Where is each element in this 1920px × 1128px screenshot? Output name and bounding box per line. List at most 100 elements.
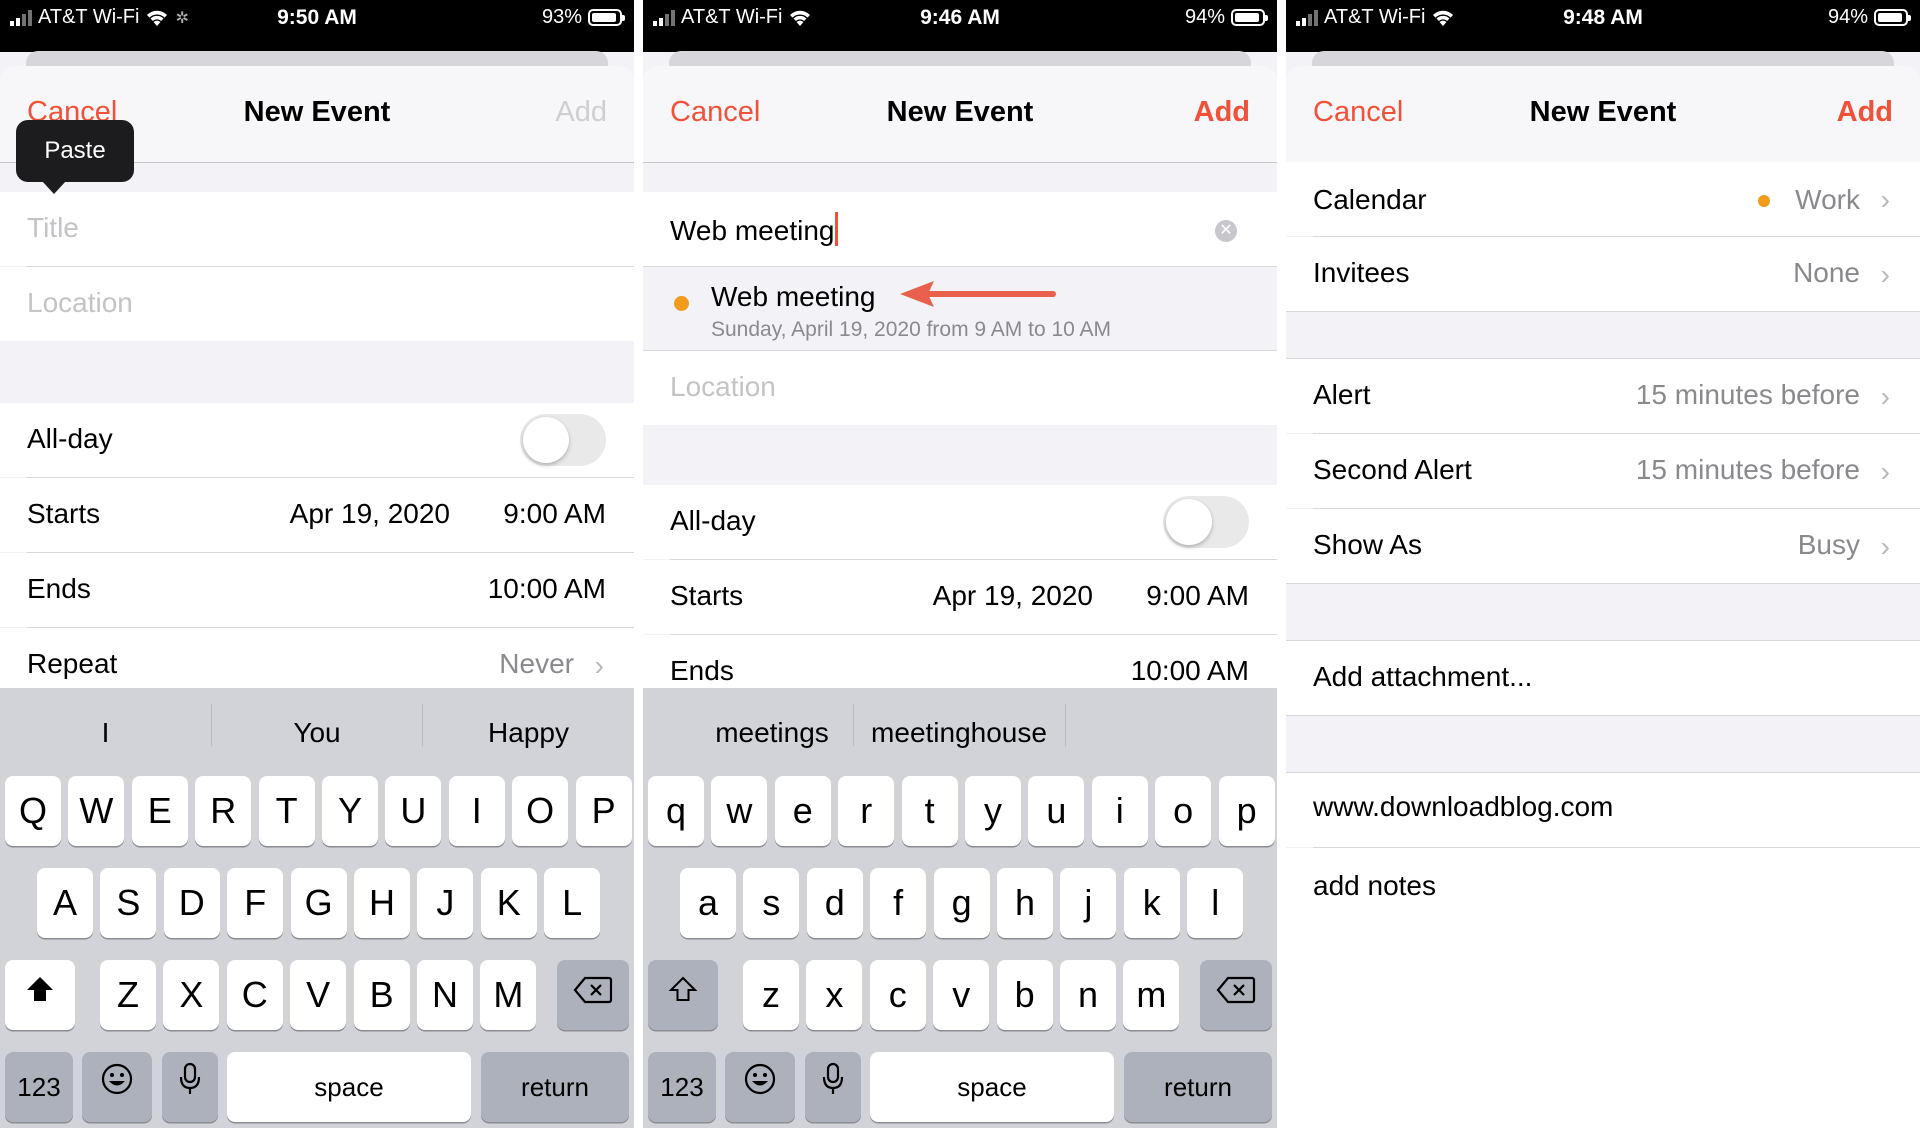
calendar-row[interactable]: Calendar Work › <box>1286 162 1920 236</box>
event-suggestion[interactable]: Web meeting Sunday, April 19, 2020 from … <box>643 267 1277 350</box>
ends-time[interactable]: 10:00 AM <box>488 573 606 605</box>
suggestion-1[interactable]: I <box>0 708 211 758</box>
key-h[interactable]: h <box>997 868 1053 938</box>
key-e[interactable]: e <box>774 776 831 846</box>
key-o[interactable]: O <box>512 776 569 846</box>
suggestion-3[interactable]: Happy <box>423 708 634 758</box>
starts-date[interactable]: Apr 19, 2020 <box>290 498 450 530</box>
key-o[interactable]: o <box>1155 776 1212 846</box>
key-p[interactable]: P <box>575 776 632 846</box>
key-n[interactable]: n <box>1060 960 1116 1030</box>
key-c[interactable]: C <box>226 960 283 1030</box>
key-s[interactable]: s <box>743 868 800 938</box>
key-w[interactable]: w <box>711 776 768 846</box>
show-as-row[interactable]: Show As Busy › <box>1286 509 1920 583</box>
key-q[interactable]: Q <box>5 776 61 846</box>
starts-time[interactable]: 9:00 AM <box>503 498 606 530</box>
key-l[interactable]: l <box>1187 868 1244 938</box>
key-t[interactable]: t <box>901 776 958 846</box>
numbers-key[interactable]: 123 <box>5 1052 73 1122</box>
show-as-value: Busy <box>1797 529 1860 560</box>
key-a[interactable]: A <box>37 868 93 938</box>
key-y[interactable]: Y <box>322 776 378 846</box>
key-b[interactable]: B <box>353 960 410 1030</box>
key-p[interactable]: p <box>1218 776 1275 846</box>
numbers-key[interactable]: 123 <box>648 1052 716 1122</box>
key-u[interactable]: u <box>1028 776 1085 846</box>
notes-field[interactable]: add notes <box>1286 848 1920 1128</box>
clear-text-icon[interactable]: ✕ <box>1215 220 1237 242</box>
url-field[interactable]: www.downloadblog.com <box>1286 773 1920 847</box>
key-h[interactable]: H <box>354 868 410 938</box>
starts-time[interactable]: 9:00 AM <box>1146 580 1249 612</box>
delete-key[interactable] <box>557 960 629 1030</box>
key-y[interactable]: y <box>965 776 1021 846</box>
add-attachment-row[interactable]: Add attachment... <box>1286 641 1920 715</box>
show-as-label: Show As <box>1313 529 1422 560</box>
key-e[interactable]: E <box>131 776 188 846</box>
emoji-key[interactable] <box>82 1052 152 1122</box>
ends-time[interactable]: 10:00 AM <box>1131 655 1249 687</box>
suggestion-2[interactable]: meetinghouse <box>854 708 1064 758</box>
key-n[interactable]: N <box>417 960 473 1030</box>
paste-tooltip[interactable]: Paste <box>16 120 134 194</box>
location-field[interactable]: Location <box>643 351 1277 425</box>
key-i[interactable]: I <box>448 776 505 846</box>
key-m[interactable]: M <box>480 960 537 1030</box>
shift-key[interactable] <box>648 960 718 1030</box>
microphone-icon <box>822 1062 844 1094</box>
key-v[interactable]: V <box>290 960 347 1030</box>
key-j[interactable]: j <box>1060 868 1117 938</box>
allday-toggle[interactable] <box>520 414 606 466</box>
key-r[interactable]: R <box>195 776 252 846</box>
dictation-key[interactable] <box>162 1052 218 1122</box>
key-x[interactable]: x <box>806 960 863 1030</box>
title-field[interactable]: Web meeting ✕ <box>643 192 1277 266</box>
return-key[interactable]: return <box>481 1052 629 1122</box>
key-r[interactable]: r <box>838 776 895 846</box>
key-l[interactable]: L <box>544 868 601 938</box>
key-z[interactable]: Z <box>100 960 156 1030</box>
delete-key[interactable] <box>1200 960 1272 1030</box>
add-button[interactable]: Add <box>1837 96 1893 129</box>
space-key[interactable]: space <box>227 1052 471 1122</box>
invitees-row[interactable]: Invitees None › <box>1286 237 1920 311</box>
key-g[interactable]: G <box>290 868 347 938</box>
add-button[interactable]: Add <box>1194 96 1250 129</box>
key-m[interactable]: m <box>1123 960 1180 1030</box>
add-button[interactable]: Add <box>555 96 607 129</box>
location-field[interactable]: Location <box>0 267 634 341</box>
key-w[interactable]: W <box>68 776 125 846</box>
dictation-key[interactable] <box>805 1052 861 1122</box>
key-k[interactable]: K <box>480 868 537 938</box>
key-z[interactable]: z <box>743 960 799 1030</box>
key-t[interactable]: T <box>258 776 315 846</box>
space-key[interactable]: space <box>870 1052 1114 1122</box>
key-i[interactable]: i <box>1091 776 1148 846</box>
key-v[interactable]: v <box>933 960 990 1030</box>
title-field[interactable]: Title <box>0 192 634 266</box>
suggestion-1[interactable]: meetings <box>673 708 871 758</box>
key-b[interactable]: b <box>996 960 1053 1030</box>
key-k[interactable]: k <box>1123 868 1180 938</box>
key-s[interactable]: S <box>100 868 157 938</box>
key-d[interactable]: D <box>163 868 220 938</box>
key-g[interactable]: g <box>933 868 990 938</box>
second-alert-row[interactable]: Second Alert 15 minutes before › <box>1286 434 1920 508</box>
key-f[interactable]: f <box>870 868 927 938</box>
shift-key[interactable] <box>5 960 75 1030</box>
emoji-key[interactable] <box>725 1052 795 1122</box>
key-j[interactable]: J <box>417 868 474 938</box>
key-d[interactable]: d <box>806 868 863 938</box>
key-x[interactable]: X <box>163 960 220 1030</box>
key-q[interactable]: q <box>648 776 704 846</box>
key-f[interactable]: F <box>227 868 284 938</box>
return-key[interactable]: return <box>1124 1052 1272 1122</box>
starts-date[interactable]: Apr 19, 2020 <box>933 580 1093 612</box>
key-c[interactable]: c <box>869 960 926 1030</box>
alert-row[interactable]: Alert 15 minutes before › <box>1286 359 1920 433</box>
key-a[interactable]: a <box>680 868 736 938</box>
suggestion-2[interactable]: You <box>212 708 422 758</box>
allday-toggle[interactable] <box>1163 496 1249 548</box>
key-u[interactable]: U <box>385 776 442 846</box>
